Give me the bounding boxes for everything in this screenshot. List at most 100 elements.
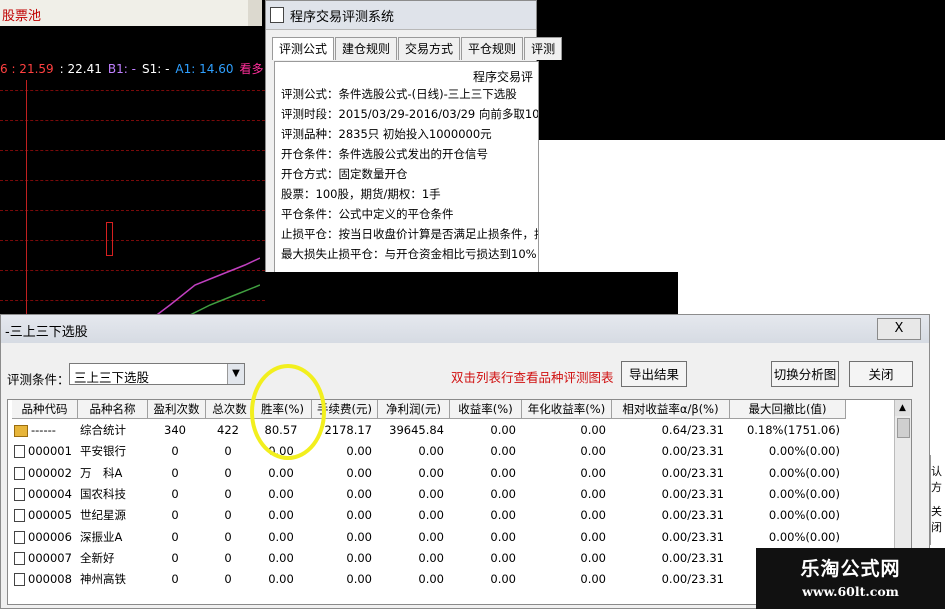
cell-code: ------ (31, 423, 56, 437)
cell-profit: 0.00 (418, 550, 444, 565)
cell-code-wrap: 000008 (14, 569, 72, 590)
cell-name: 全新好 (80, 550, 115, 565)
cell-total: 0 (224, 572, 232, 587)
indicator-value: 看多 (239, 62, 264, 76)
switch-chart-button[interactable]: 切换分析图 (771, 361, 839, 387)
file-icon (14, 445, 25, 459)
report-line: 评测公式：条件选股公式-(日线)-三上三下选股 (281, 87, 517, 101)
condition-label: 评测条件： (7, 372, 70, 387)
file-icon (14, 530, 25, 544)
evaluation-system-window: 程序交易评测系统 评测公式 建仓规则 交易方式 平仓规则 评测 程序交易评 评测… (265, 0, 563, 278)
cell-code: 000008 (28, 572, 72, 587)
masked-area-right (533, 0, 945, 140)
column-header-dd[interactable]: 最大回撤比(值) (730, 400, 846, 419)
cell-total: 0 (224, 508, 232, 523)
cell-code-wrap: 000004 (14, 484, 72, 505)
indicator-line: 6 : 21.59: 22.41 B1: - S1: - A1: 14.60 看多 (0, 60, 265, 78)
column-header-annual[interactable]: 年化收益率(%) (522, 400, 612, 419)
cell-rate: 0.00 (268, 465, 294, 480)
table-row[interactable]: 000004 国农科技 0 0 0.00 0.00 0.00 0.00 0.00 0.00/23.… (8, 484, 894, 505)
close-window-button[interactable]: X (877, 318, 921, 340)
candle-bar (106, 222, 113, 256)
cell-ret: 0.00 (490, 550, 516, 565)
cell-total: 0 (224, 465, 232, 480)
cell-win: 0 (171, 529, 179, 544)
cell-rate: 0.00 (268, 508, 294, 523)
cell-name: 综合统计 (80, 423, 126, 437)
tab-formula[interactable]: 评测公式 (272, 37, 335, 60)
cell-fee: 0.00 (346, 572, 372, 587)
scroll-up-icon[interactable]: ▲ (895, 400, 910, 416)
cell-rel: 0.64/23.31 (661, 423, 724, 437)
close-button[interactable]: 关闭 (849, 361, 913, 387)
table-row[interactable]: 000001 平安银行 0 0 0.00 0.00 0.00 0.00 0.00 0.00/23.… (8, 441, 894, 462)
cell-profit: 0.00 (418, 529, 444, 544)
file-icon (14, 573, 25, 587)
report-line: 开仓条件：条件选股公式发出的开仓信号 (281, 147, 488, 161)
cell-annual: 0.00 (580, 423, 606, 437)
cell-profit: 0.00 (418, 572, 444, 587)
indicator-value: 6 : 21.59 (0, 62, 54, 76)
column-header-profit[interactable]: 净利润(元) (378, 400, 450, 419)
cell-fee: 0.00 (346, 465, 372, 480)
window-title-bar[interactable]: 程序交易评测系统 (266, 1, 536, 30)
column-header-name[interactable]: 品种名称 (78, 400, 148, 419)
cell-win: 0 (171, 572, 179, 587)
column-header-code[interactable]: 品种代码 (12, 400, 78, 419)
cell-profit: 0.00 (418, 508, 444, 523)
cell-win: 0 (171, 486, 179, 501)
cell-code: 000007 (28, 550, 72, 565)
hint-text: 双击列表行查看品种评测图表 (451, 370, 614, 385)
cell-rel: 0.00/23.31 (661, 444, 724, 459)
cell-name: 万 科A (80, 465, 123, 480)
file-icon (14, 487, 25, 501)
cell-win: 0 (171, 508, 179, 523)
cell-name: 神州高铁 (80, 572, 126, 587)
cell-rate: 0.00 (268, 572, 294, 587)
cell-annual: 0.00 (580, 444, 606, 459)
cell-fee: 0.00 (346, 550, 372, 565)
watermark: 乐淘公式网 www.60lt.com (756, 548, 945, 609)
table-row[interactable]: 000006 深振业A 0 0 0.00 0.00 0.00 0.00 0.00 0.00/23.… (8, 527, 894, 548)
tab-evaluation[interactable]: 评测 (524, 37, 563, 60)
tab-open-rules[interactable]: 建仓规则 (335, 37, 398, 60)
window-title: 程序交易评测系统 (290, 10, 395, 25)
indicator-value: B1: - (107, 62, 136, 76)
export-results-button[interactable]: 导出结果 (621, 361, 687, 387)
tab-bar: 评测公式 建仓规则 交易方式 平仓规则 评测 (272, 37, 563, 61)
cell-ret: 0.00 (490, 423, 516, 437)
column-header-rel[interactable]: 相对收益率α/β(%) (612, 400, 730, 419)
cell-name: 世纪星源 (80, 508, 126, 523)
table-row[interactable]: 000002 万 科A 0 0 0.00 0.00 0.00 0.00 0.00 0.00/23.… (8, 463, 894, 484)
column-header-total[interactable]: 总次数 (206, 400, 254, 419)
cell-ret: 0.00 (490, 508, 516, 523)
report-line: 评测时段：2015/03/29-2016/03/29 向前多取100个 (281, 107, 539, 121)
column-header-win[interactable]: 盈利次数 (148, 400, 206, 419)
tab-trade-mode[interactable]: 交易方式 (398, 37, 461, 60)
cell-name: 深振业A (80, 529, 123, 544)
cell-rate: 0.00 (268, 550, 294, 565)
summary-row[interactable]: ------ 综合统计 340 422 80.57 2178.17 39645.84 0.00… (8, 420, 894, 441)
tab-close-rules[interactable]: 平仓规则 (461, 37, 524, 60)
report-heading: 程序交易评 (473, 70, 534, 84)
cell-dd: 0.00%(0.00) (768, 486, 840, 501)
cell-ret: 0.00 (490, 465, 516, 480)
cell-win: 0 (171, 465, 179, 480)
cell-annual: 0.00 (580, 508, 606, 523)
cell-profit: 0.00 (418, 465, 444, 480)
table-row[interactable]: 000005 世纪星源 0 0 0.00 0.00 0.00 0.00 0.00 0.00/23.… (8, 505, 894, 526)
cell-dd: 0.18%(1751.06) (746, 423, 840, 437)
condition-select[interactable]: 三上三下选股 ▼ (69, 363, 245, 385)
highlight-circle (250, 364, 326, 460)
cell-annual: 0.00 (580, 486, 606, 501)
indicator-value: S1: - (141, 62, 170, 76)
cell-annual: 0.00 (580, 465, 606, 480)
column-header-ret[interactable]: 收益率(%) (450, 400, 522, 419)
cell-annual: 0.00 (580, 529, 606, 544)
cell-name: 平安银行 (80, 444, 126, 459)
cell-win: 0 (171, 550, 179, 565)
scroll-thumb[interactable] (897, 418, 910, 438)
chart-title-bar: 股票池 (0, 0, 262, 26)
chevron-down-icon[interactable]: ▼ (227, 364, 244, 384)
window-title-bar[interactable]: -三上三下选股 X (1, 315, 929, 343)
